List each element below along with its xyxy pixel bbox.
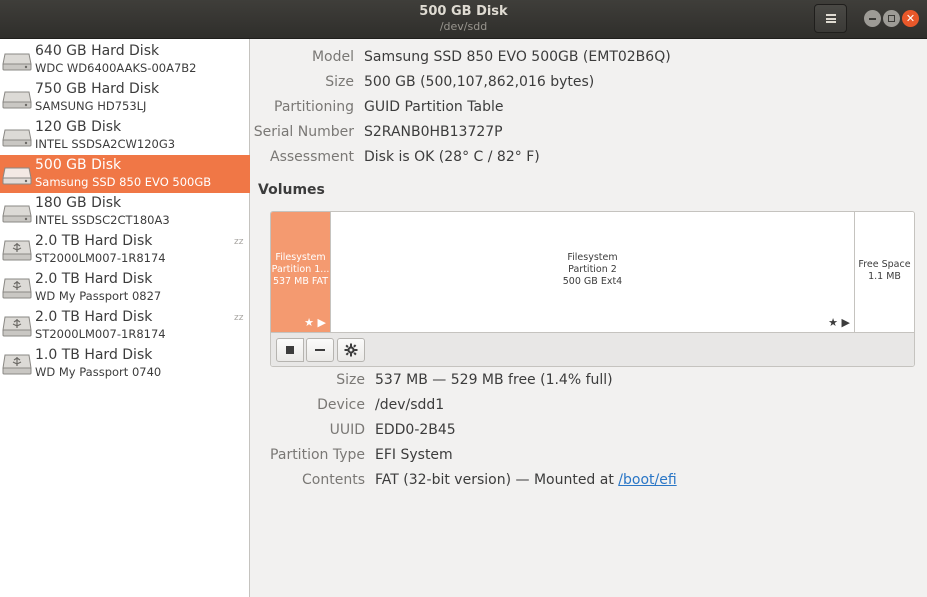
drive-item[interactable]: 180 GB Disk INTEL SSDSC2CT180A3 [0, 193, 250, 231]
device-value: /dev/sdd1 [375, 397, 445, 413]
drive-name: 2.0 TB Hard Disk [35, 233, 153, 249]
segment-type: Filesystem [275, 252, 326, 263]
drive-name: 180 GB Disk [35, 195, 122, 211]
partition-1-segment[interactable]: Filesystem Partition 1... 537 MB FAT ★ ▶ [271, 212, 331, 332]
minimize-button[interactable] [864, 10, 881, 27]
hard-disk-icon [2, 53, 32, 71]
partitioning-label: Partitioning [274, 99, 354, 115]
hamburger-icon [825, 14, 836, 23]
drive-item-selected[interactable]: 500 GB Disk Samsung SSD 850 EVO 500GB [0, 155, 250, 193]
drive-model: WD My Passport 0827 [35, 289, 162, 303]
uuid-value: EDD0-2B45 [375, 422, 456, 438]
drive-model: Samsung SSD 850 EVO 500GB [35, 175, 212, 189]
free-space-segment[interactable]: Free Space 1.1 MB [855, 212, 914, 332]
drive-model: WDC WD6400AAKS-00A7B2 [35, 61, 197, 75]
drive-list: 640 GB Hard Disk WDC WD6400AAKS-00A7B2 7… [0, 39, 250, 597]
partitioning-value: GUID Partition Table [364, 99, 504, 115]
drive-name: 120 GB Disk [35, 119, 122, 135]
segment-name: Partition 1... [271, 264, 330, 275]
app-menu-button[interactable] [814, 4, 847, 33]
drive-model: WD My Passport 0740 [35, 365, 162, 379]
assessment-value: Disk is OK (28° C / 82° F) [364, 149, 540, 165]
drive-model: ST2000LM007-1R8174 [35, 327, 166, 341]
drive-model: INTEL SSDSC2CT180A3 [35, 213, 170, 227]
segment-size: 537 MB FAT [272, 276, 329, 287]
unmount-button[interactable] [276, 338, 304, 362]
contents-label: Contents [302, 472, 365, 488]
stop-icon [286, 346, 294, 354]
segment-name: Partition 2 [568, 264, 617, 275]
star-play-icon: ★ ▶ [828, 316, 850, 329]
usb-disk-icon [2, 240, 32, 261]
segment-size: 500 GB Ext4 [562, 276, 623, 287]
drive-model: INTEL SSDSA2CW120G3 [35, 137, 176, 151]
volume-map: Filesystem Partition 1... 537 MB FAT ★ ▶… [270, 211, 915, 367]
volume-toolbar [271, 332, 914, 366]
mount-point-link[interactable]: /boot/efi [618, 472, 676, 488]
drive-name: 2.0 TB Hard Disk [35, 309, 153, 325]
hard-disk-icon [2, 205, 32, 223]
serial-value: S2RANB0HB13727P [364, 124, 503, 140]
drive-name: 1.0 TB Hard Disk [35, 347, 153, 363]
drive-model: SAMSUNG HD753LJ [35, 99, 147, 113]
close-button[interactable]: ✕ [902, 10, 919, 27]
disk-details: Model Samsung SSD 850 EVO 500GB (EMT02B6… [251, 39, 927, 597]
drive-item[interactable]: 1.0 TB Hard Disk WD My Passport 0740 [0, 345, 250, 383]
contents-text: FAT (32-bit version) — Mounted at [375, 472, 619, 488]
delete-partition-button[interactable] [306, 338, 334, 362]
sleep-icon: zz [234, 237, 244, 247]
size-value: 500 GB (500,107,862,016 bytes) [364, 74, 595, 90]
sleep-icon: zz [234, 313, 244, 323]
drive-item[interactable]: 2.0 TB Hard Disk ST2000LM007-1R8174 zz [0, 231, 250, 269]
drive-name: 2.0 TB Hard Disk [35, 271, 153, 287]
maximize-button[interactable] [883, 10, 900, 27]
minus-icon [315, 349, 325, 351]
drive-model: ST2000LM007-1R8174 [35, 251, 166, 265]
segment-type: Free Space [858, 259, 911, 270]
partition-size-value: 537 MB — 529 MB free (1.4% full) [375, 372, 613, 388]
model-label: Model [311, 49, 354, 65]
drive-name: 750 GB Hard Disk [35, 81, 160, 97]
window-title: 500 GB Disk [419, 4, 508, 19]
drive-item[interactable]: 640 GB Hard Disk WDC WD6400AAKS-00A7B2 [0, 41, 250, 79]
partition-type-label: Partition Type [270, 447, 365, 463]
volume-bar: Filesystem Partition 1... 537 MB FAT ★ ▶… [271, 212, 914, 332]
size-label: Size [325, 74, 354, 90]
maximize-icon [888, 15, 895, 22]
drive-name: 640 GB Hard Disk [35, 43, 160, 59]
minimize-icon [869, 17, 876, 20]
hard-disk-icon [2, 167, 32, 185]
usb-disk-icon [2, 354, 32, 375]
contents-value: FAT (32-bit version) — Mounted at /boot/… [375, 472, 677, 488]
volumes-heading: Volumes [258, 182, 325, 198]
header-bar: 500 GB Disk /dev/sdd ✕ [0, 0, 927, 39]
drive-name: 500 GB Disk [35, 157, 122, 173]
model-value: Samsung SSD 850 EVO 500GB (EMT02B6Q) [364, 49, 671, 65]
segment-size: 1.1 MB [868, 271, 901, 282]
star-play-icon: ★ ▶ [304, 316, 326, 329]
partition-options-button[interactable] [337, 338, 365, 362]
drive-item[interactable]: 120 GB Disk INTEL SSDSA2CW120G3 [0, 117, 250, 155]
hard-disk-icon [2, 129, 32, 147]
partition-type-value: EFI System [375, 447, 453, 463]
hard-disk-icon [2, 91, 32, 109]
drive-item[interactable]: 2.0 TB Hard Disk ST2000LM007-1R8174 zz [0, 307, 250, 345]
drive-item[interactable]: 2.0 TB Hard Disk WD My Passport 0827 [0, 269, 250, 307]
close-icon: ✕ [905, 12, 916, 25]
assessment-label: Assessment [270, 149, 354, 165]
segment-type: Filesystem [567, 252, 618, 263]
device-label: Device [317, 397, 365, 413]
usb-disk-icon [2, 278, 32, 299]
partition-size-label: Size [336, 372, 365, 388]
uuid-label: UUID [329, 422, 365, 438]
gear-icon [344, 343, 358, 357]
partition-2-segment[interactable]: Filesystem Partition 2 500 GB Ext4 ★ ▶ [331, 212, 855, 332]
usb-disk-icon [2, 316, 32, 337]
drive-item[interactable]: 750 GB Hard Disk SAMSUNG HD753LJ [0, 79, 250, 117]
window-subtitle: /dev/sdd [439, 20, 488, 33]
serial-label: Serial Number [253, 124, 354, 140]
